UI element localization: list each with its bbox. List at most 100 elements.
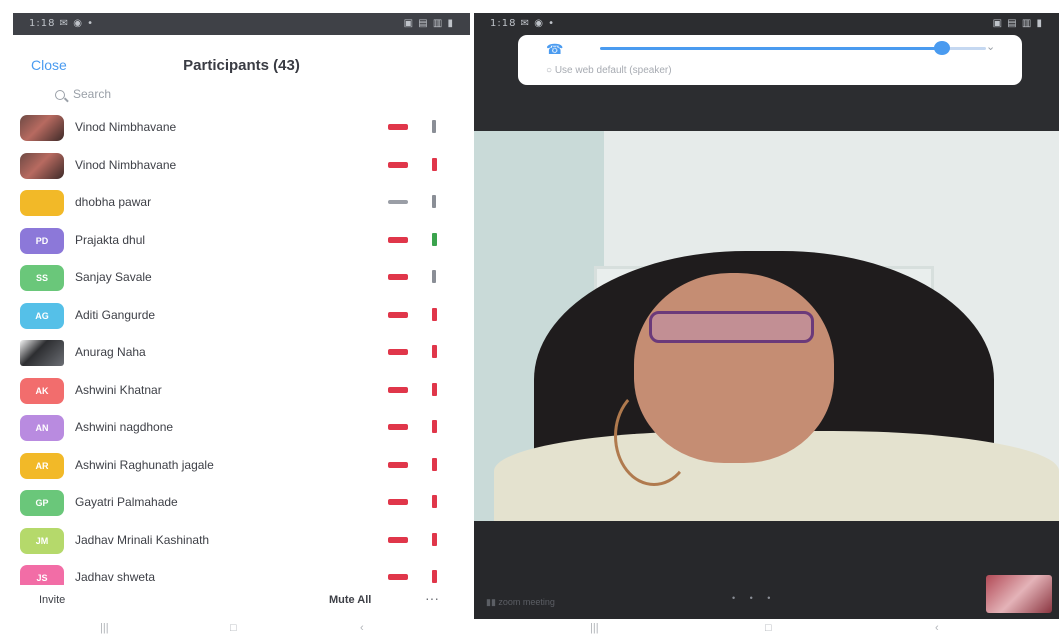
microphone-muted-icon[interactable] <box>388 461 408 468</box>
microphone-muted-icon[interactable] <box>388 424 408 430</box>
phone-icon: ☎ <box>546 41 564 57</box>
video-camera-icon[interactable] <box>432 420 437 433</box>
participant-name: Gayatri Palmahade <box>75 495 178 509</box>
search-input[interactable] <box>73 87 373 101</box>
microphone-muted-icon[interactable] <box>388 386 408 393</box>
participant-name-text: dhobha pawar <box>75 195 152 209</box>
microphone-muted-icon[interactable] <box>388 236 408 243</box>
avatar <box>20 115 64 141</box>
video-camera-icon[interactable] <box>432 570 437 583</box>
participant-row[interactable]: Vinod Nimbhavane <box>13 147 470 185</box>
meeting-label: ▮▮ zoom meeting <box>486 597 555 607</box>
recent-apps-icon[interactable]: ||| <box>590 622 599 634</box>
page-indicator[interactable]: • • • <box>732 593 776 603</box>
participants-footer: Invite Mute All ··· <box>13 589 470 619</box>
participant-name-text: Aditi Gangurde <box>75 307 156 322</box>
video-camera-icon[interactable] <box>432 345 437 358</box>
search-bar[interactable] <box>31 85 451 109</box>
avatar: JS <box>20 565 64 585</box>
video-camera-icon[interactable] <box>432 382 437 396</box>
participant-row[interactable]: Vinod Nimbhavane <box>13 109 470 147</box>
participant-row[interactable]: AR Ashwini Raghunath jagale <box>13 447 470 485</box>
page-title: Participants (43) <box>183 57 300 74</box>
participant-name: Ashwini nagdhone <box>75 420 173 434</box>
invite-button[interactable]: Invite <box>39 594 65 606</box>
participant-row[interactable]: Anurag Naha <box>13 334 470 372</box>
meeting-bottom-bar <box>474 521 1059 619</box>
avatar <box>20 340 64 366</box>
participant-name: Ashwini Khatnar <box>75 383 162 397</box>
avatar: AR <box>20 452 64 479</box>
video-camera-icon[interactable] <box>432 307 437 321</box>
participant-row[interactable]: dhobha pawar <box>13 184 470 222</box>
participant-name: Anurag Naha <box>75 345 146 359</box>
participant-name: Ashwini Raghunath jagale <box>75 458 214 472</box>
microphone-muted-icon[interactable] <box>388 574 408 580</box>
meeting-screen: 1:18 ✉ ◉ • ▣ ▤ ▥ ▮ ☎ ⌄ ○ Use web default… <box>474 13 1059 619</box>
participant-name: Prajakta dhul <box>75 233 145 247</box>
microphone-muted-icon[interactable] <box>388 536 408 543</box>
audio-panel[interactable]: ☎ ⌄ ○ Use web default (speaker) <box>518 35 1022 85</box>
participant-name-text: Vinod Nimbhavane <box>75 120 177 134</box>
close-button[interactable]: Close <box>31 57 67 73</box>
avatar: JM <box>20 527 64 554</box>
participant-row[interactable]: GP Gayatri Palmahade <box>13 484 470 522</box>
more-options-button[interactable]: ··· <box>425 590 439 606</box>
microphone-muted-icon[interactable] <box>388 349 408 355</box>
speaker-headset <box>614 386 694 486</box>
chevron-down-icon[interactable]: ⌄ <box>986 40 995 53</box>
participant-name-text: Jadhav shweta <box>75 570 156 584</box>
participant-row[interactable]: JS Jadhav shweta <box>13 559 470 585</box>
participant-row[interactable]: JM Jadhav Mrinali Kashinath <box>13 522 470 560</box>
home-icon[interactable]: □ <box>765 622 772 634</box>
microphone-muted-icon[interactable] <box>388 499 408 505</box>
back-icon[interactable]: ‹ <box>935 622 939 634</box>
participant-name-text: Ashwini Khatnar <box>75 382 162 397</box>
video-camera-icon[interactable] <box>432 232 437 246</box>
participant-row[interactable]: SS Sanjay Savale <box>13 259 470 297</box>
video-camera-icon[interactable] <box>432 157 437 171</box>
status-bar-right: ▣ ▤ ▥ ▮ <box>992 18 1043 29</box>
status-bar: 1:18 ✉ ◉ • ▣ ▤ ▥ ▮ <box>13 13 470 35</box>
video-camera-icon[interactable] <box>432 457 437 471</box>
avatar: AK <box>20 377 64 404</box>
back-icon[interactable]: ‹ <box>360 622 364 634</box>
video-camera-icon[interactable] <box>432 270 436 283</box>
participant-row[interactable]: AK Ashwini Khatnar <box>13 372 470 410</box>
android-nav-bar-right: ||| □ ‹ <box>480 620 1059 638</box>
android-nav-bar-left: ||| □ ‹ <box>0 620 480 638</box>
avatar: PD <box>20 227 64 254</box>
microphone-muted-icon[interactable] <box>388 161 408 168</box>
status-bar: 1:18 ✉ ◉ • ▣ ▤ ▥ ▮ <box>474 13 1059 35</box>
video-camera-icon[interactable] <box>432 195 436 208</box>
mute-all-button[interactable]: Mute All <box>329 594 371 606</box>
participant-row[interactable]: AN Ashwini nagdhone <box>13 409 470 447</box>
participant-row[interactable]: PD Prajakta dhul <box>13 222 470 260</box>
avatar: GP <box>20 490 64 516</box>
microphone-muted-icon[interactable] <box>388 200 408 204</box>
status-bar-left: 1:18 ✉ ◉ • <box>29 18 94 29</box>
self-view-thumbnail[interactable] <box>986 575 1052 613</box>
avatar: AG <box>20 302 64 329</box>
volume-slider-fill[interactable] <box>600 47 940 50</box>
participant-name: Jadhav shweta <box>75 570 155 584</box>
home-icon[interactable]: □ <box>230 622 237 634</box>
participant-row[interactable]: AG Aditi Gangurde <box>13 297 470 335</box>
volume-slider-knob[interactable] <box>934 41 950 55</box>
avatar: AN <box>20 415 64 441</box>
microphone-muted-icon[interactable] <box>388 124 408 130</box>
video-camera-icon[interactable] <box>432 495 437 508</box>
participant-name-text: Vinod Nimbhavane <box>75 157 177 172</box>
microphone-muted-icon[interactable] <box>388 311 408 318</box>
avatar <box>20 190 64 216</box>
participant-name: Sanjay Savale <box>75 270 152 284</box>
active-speaker-video[interactable] <box>474 131 1059 521</box>
microphone-muted-icon[interactable] <box>388 274 408 280</box>
video-camera-icon[interactable] <box>432 120 436 133</box>
participant-name: Vinod Nimbhavane <box>75 158 176 172</box>
participant-name-text: Anurag Naha <box>75 345 146 359</box>
recent-apps-icon[interactable]: ||| <box>100 622 109 634</box>
participants-header: Participants (43) Close <box>13 41 470 87</box>
video-camera-icon[interactable] <box>432 532 437 546</box>
search-icon <box>55 90 65 100</box>
